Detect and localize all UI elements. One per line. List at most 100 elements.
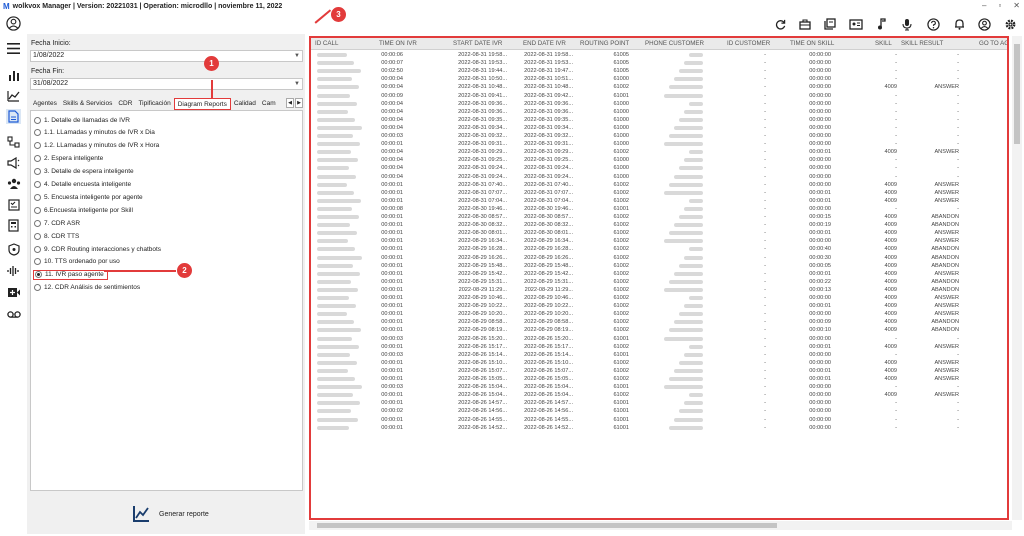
report-option[interactable]: 4. Detalle encuesta inteligente (34, 180, 131, 190)
table-row[interactable]: 00:00:04 2022-08-31 09:34... 2022-08-31 09… (311, 124, 1007, 132)
radio-unchecked-icon[interactable] (34, 181, 41, 188)
tab-skills-servicios[interactable]: Skills & Servicios (60, 98, 115, 110)
radio-checked-icon[interactable] (35, 271, 42, 279)
report-option[interactable]: 3. Detalle de espera inteligente (34, 167, 134, 177)
table-row[interactable]: 00:00:01 2022-08-31 07:04... 2022-08-31 07… (311, 197, 1007, 205)
column-header[interactable]: START DATE IVR (453, 38, 502, 50)
refresh-icon[interactable] (772, 16, 788, 32)
id-card-icon[interactable] (848, 16, 864, 32)
report-option[interactable]: 7. CDR ASR (34, 218, 80, 228)
radio-unchecked-icon[interactable] (34, 116, 41, 124)
table-row[interactable]: 00:00:04 2022-08-31 09:25... 2022-08-31 09… (311, 156, 1007, 164)
table-row[interactable]: 00:00:02 2022-08-26 14:56... 2022-08-26 14… (311, 407, 1007, 415)
radio-unchecked-icon[interactable] (34, 232, 41, 240)
minimize-button[interactable]: – (982, 1, 986, 10)
table-row[interactable]: 00:00:04 2022-08-31 09:36... 2022-08-31 09… (311, 108, 1007, 116)
microphone-icon[interactable] (899, 16, 915, 32)
table-row[interactable]: 00:00:03 2022-08-26 15:20... 2022-08-26 15… (311, 335, 1007, 343)
table-row[interactable]: 00:00:03 2022-08-31 09:32... 2022-08-31 09… (311, 132, 1007, 140)
tab-cdr[interactable]: CDR (115, 98, 135, 110)
report-icon[interactable] (6, 109, 21, 124)
table-row[interactable]: 00:00:01 2022-08-26 15:04... 2022-08-26 15… (311, 391, 1007, 399)
table-row[interactable]: 00:00:01 2022-08-26 14:57... 2022-08-26 14… (311, 399, 1007, 407)
column-header[interactable]: PHONE CUSTOMER (645, 38, 704, 50)
table-row[interactable]: 00:00:01 2022-08-30 08:32... 2022-08-30 08… (311, 221, 1007, 229)
table-row[interactable]: 00:00:01 2022-08-31 07:07... 2022-08-31 07… (311, 189, 1007, 197)
check-list-icon[interactable] (6, 197, 21, 212)
restore-button[interactable]: ▫ (998, 1, 1001, 10)
report-option[interactable]: 1.2. LLamadas y minutos de IVR x Hora (34, 141, 159, 151)
radio-unchecked-icon[interactable] (34, 245, 41, 253)
column-header[interactable]: TIME ON SKILL (790, 38, 834, 50)
radio-unchecked-icon[interactable] (34, 206, 41, 214)
report-option[interactable]: 11. IVR paso agente (33, 269, 108, 280)
user-icon[interactable] (6, 16, 21, 31)
table-row[interactable]: 00:00:01 2022-08-26 15:10... 2022-08-26 15… (311, 359, 1007, 367)
column-header[interactable]: ID CUSTOMER (727, 38, 770, 50)
table-row[interactable]: 00:00:01 2022-08-29 10:22... 2022-08-29 10… (311, 302, 1007, 310)
column-header[interactable]: END DATE IVR (523, 38, 566, 50)
table-row[interactable]: 00:00:01 2022-08-30 08:57... 2022-08-30 08… (311, 213, 1007, 221)
radio-unchecked-icon[interactable] (34, 193, 41, 201)
tab-agentes[interactable]: Agentes (30, 98, 60, 110)
trend-icon[interactable] (6, 88, 21, 103)
table-row[interactable]: 00:00:01 2022-08-29 08:19... 2022-08-29 08… (311, 326, 1007, 334)
radio-unchecked-icon[interactable] (34, 129, 41, 137)
vertical-scroll-thumb[interactable] (1014, 44, 1020, 144)
video-icon[interactable] (6, 285, 21, 300)
table-row[interactable]: 00:02:50 2022-08-31 19:44... 2022-08-31 19… (311, 67, 1007, 75)
voicemail-icon[interactable] (6, 307, 21, 322)
vertical-scrollbar[interactable] (1012, 36, 1022, 520)
group-icon[interactable] (6, 176, 21, 191)
horizontal-scrollbar[interactable] (309, 521, 1012, 530)
menu-icon[interactable] (6, 41, 21, 56)
table-row[interactable]: 00:00:01 2022-08-29 16:34... 2022-08-29 16… (311, 237, 1007, 245)
table-row[interactable]: 00:00:04 2022-08-31 09:29... 2022-08-31 09… (311, 148, 1007, 156)
tab-diagram-reports[interactable]: Diagram Reports (173, 98, 231, 110)
tab-scroll-right-icon[interactable]: ▶ (295, 98, 303, 108)
waveform-icon[interactable] (6, 263, 21, 278)
radio-unchecked-icon[interactable] (34, 155, 41, 163)
table-row[interactable]: 00:00:07 2022-08-31 19:53... 2022-08-31 19… (311, 59, 1007, 67)
table-row[interactable]: 00:00:06 2022-08-31 19:58... 2022-08-31 19… (311, 51, 1007, 59)
briefcase-icon[interactable] (797, 16, 813, 32)
bell-icon[interactable] (951, 16, 967, 32)
table-row[interactable]: 00:00:04 2022-08-31 09:24... 2022-08-31 09… (311, 173, 1007, 181)
table-row[interactable]: 00:00:01 2022-08-31 09:31... 2022-08-31 09… (311, 140, 1007, 148)
table-row[interactable]: 00:00:01 2022-08-29 15:42... 2022-08-29 15… (311, 270, 1007, 278)
report-option[interactable]: 5. Encuesta inteligente por agente (34, 192, 143, 202)
table-row[interactable]: 00:00:01 2022-08-29 16:28... 2022-08-29 16… (311, 245, 1007, 253)
table-row[interactable]: 00:00:01 2022-08-29 15:31... 2022-08-29 15… (311, 278, 1007, 286)
column-header[interactable]: SKILL (875, 38, 892, 50)
report-option[interactable]: 10. TTS ordenado por uso (34, 257, 120, 267)
table-row[interactable]: 00:00:01 2022-08-31 07:40... 2022-08-31 07… (311, 181, 1007, 189)
report-option[interactable]: 9. CDR Routing interacciones y chatbots (34, 244, 161, 254)
table-row[interactable]: 00:00:08 2022-08-30 19:46... 2022-08-30 19… (311, 205, 1007, 213)
report-option[interactable]: 1.1. LLamadas y minutos de IVR x Dia (34, 128, 155, 138)
tab-scroll-left-icon[interactable]: ◀ (286, 98, 294, 108)
table-row[interactable]: 00:00:01 2022-08-29 11:29... 2022-08-29 11… (311, 286, 1007, 294)
table-row[interactable]: 00:00:03 2022-08-26 15:04... 2022-08-26 15… (311, 383, 1007, 391)
shield-icon[interactable] (6, 242, 21, 257)
library-icon[interactable] (822, 16, 838, 32)
radio-unchecked-icon[interactable] (34, 284, 41, 292)
start-date-select[interactable]: 1/08/2022 ▼ (30, 50, 303, 62)
report-option[interactable]: 12. CDR Análisis de sentimientos (34, 283, 140, 293)
help-icon[interactable] (925, 16, 941, 32)
table-row[interactable]: 00:00:01 2022-08-29 15:48... 2022-08-29 15… (311, 262, 1007, 270)
table-row[interactable]: 00:00:01 2022-08-29 16:26... 2022-08-29 16… (311, 254, 1007, 262)
tab-calidad[interactable]: Calidad (231, 98, 259, 110)
settings-icon[interactable] (1002, 16, 1018, 32)
music-icon[interactable] (874, 16, 890, 32)
report-option[interactable]: 1. Detalle de llamadas de IVR (34, 115, 130, 125)
account-icon[interactable] (976, 16, 992, 32)
radio-unchecked-icon[interactable] (34, 168, 41, 176)
bar-chart-icon[interactable] (6, 67, 21, 82)
column-header[interactable]: ID CALL (315, 38, 338, 50)
table-row[interactable]: 00:00:04 2022-08-31 09:24... 2022-08-31 09… (311, 164, 1007, 172)
calculator-icon[interactable] (6, 218, 21, 233)
table-row[interactable]: 00:00:01 2022-08-29 10:20... 2022-08-29 10… (311, 310, 1007, 318)
generate-report-button[interactable]: Generar reporte (133, 504, 209, 524)
table-row[interactable]: 00:00:01 2022-08-29 08:58... 2022-08-29 08… (311, 318, 1007, 326)
close-button[interactable]: ✕ (1013, 1, 1020, 10)
